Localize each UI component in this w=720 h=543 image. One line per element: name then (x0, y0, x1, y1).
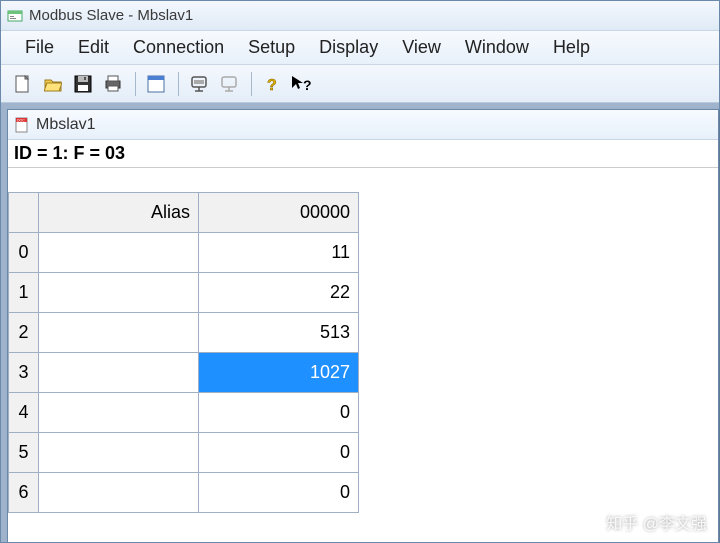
grid-corner (9, 193, 39, 233)
row-index[interactable]: 1 (9, 273, 39, 313)
menu-edit[interactable]: Edit (66, 33, 121, 62)
new-icon[interactable] (9, 70, 37, 98)
alias-cell[interactable] (39, 393, 199, 433)
child-window: DOC Mbslav1 ID = 1: F = 03 Alias 00000 0… (7, 109, 719, 543)
gap-row (8, 168, 718, 192)
alias-header[interactable]: Alias (39, 193, 199, 233)
table-row: 1 22 (9, 273, 359, 313)
table-row: 50 (9, 433, 359, 473)
print-icon[interactable] (99, 70, 127, 98)
value-cell[interactable]: 1027 (199, 353, 359, 393)
menu-view[interactable]: View (390, 33, 453, 62)
status-text: ID = 1: F = 03 (14, 143, 125, 164)
toolbar-separator (251, 72, 252, 96)
alias-cell[interactable] (39, 313, 199, 353)
value-cell[interactable]: 0 (199, 473, 359, 513)
alias-cell[interactable] (39, 473, 199, 513)
status-line: ID = 1: F = 03 (8, 140, 718, 168)
row-index[interactable]: 6 (9, 473, 39, 513)
child-titlebar[interactable]: DOC Mbslav1 (8, 110, 718, 140)
menu-file[interactable]: File (13, 33, 66, 62)
help-icon[interactable]: ? (258, 70, 286, 98)
menu-window[interactable]: Window (453, 33, 541, 62)
document-icon: DOC (14, 117, 30, 133)
value-cell[interactable]: 22 (199, 273, 359, 313)
svg-text:?: ? (303, 77, 312, 93)
row-index[interactable]: 3 (9, 353, 39, 393)
context-help-icon[interactable]: ? (288, 70, 316, 98)
alias-cell[interactable] (39, 233, 199, 273)
toolbar-separator (135, 72, 136, 96)
row-index[interactable]: 5 (9, 433, 39, 473)
table-row: 0 11 (9, 233, 359, 273)
svg-text:DOC: DOC (17, 118, 25, 122)
child-title: Mbslav1 (36, 116, 96, 134)
table-row: 3 1027 (9, 353, 359, 393)
alias-cell[interactable] (39, 433, 199, 473)
menu-help[interactable]: Help (541, 33, 602, 62)
disconnect-icon[interactable] (215, 70, 243, 98)
menu-display[interactable]: Display (307, 33, 390, 62)
table-row: 2 513 (9, 313, 359, 353)
menubar: File Edit Connection Setup Display View … (1, 31, 719, 65)
main-window: Modbus Slave - Mbslav1 File Edit Connect… (0, 0, 720, 543)
svg-text:?: ? (267, 77, 277, 93)
toolbar: ? ? (1, 65, 719, 103)
table-row: 60 (9, 473, 359, 513)
value-cell[interactable]: 0 (199, 433, 359, 473)
mdi-area: DOC Mbslav1 ID = 1: F = 03 Alias 00000 0… (1, 103, 719, 542)
open-icon[interactable] (39, 70, 67, 98)
menu-connection[interactable]: Connection (121, 33, 236, 62)
table-row: 40 (9, 393, 359, 433)
connect-icon[interactable] (185, 70, 213, 98)
alias-cell[interactable] (39, 273, 199, 313)
alias-cell[interactable] (39, 353, 199, 393)
value-header[interactable]: 00000 (199, 193, 359, 233)
pane-icon[interactable] (142, 70, 170, 98)
save-icon[interactable] (69, 70, 97, 98)
row-index[interactable]: 0 (9, 233, 39, 273)
toolbar-separator (178, 72, 179, 96)
app-icon (7, 8, 23, 24)
row-index[interactable]: 4 (9, 393, 39, 433)
window-title: Modbus Slave - Mbslav1 (29, 7, 193, 24)
register-grid: Alias 00000 011122251331027405060 (8, 192, 359, 513)
value-cell[interactable]: 0 (199, 393, 359, 433)
menu-setup[interactable]: Setup (236, 33, 307, 62)
value-cell[interactable]: 11 (199, 233, 359, 273)
value-cell[interactable]: 513 (199, 313, 359, 353)
titlebar: Modbus Slave - Mbslav1 (1, 1, 719, 31)
row-index[interactable]: 2 (9, 313, 39, 353)
